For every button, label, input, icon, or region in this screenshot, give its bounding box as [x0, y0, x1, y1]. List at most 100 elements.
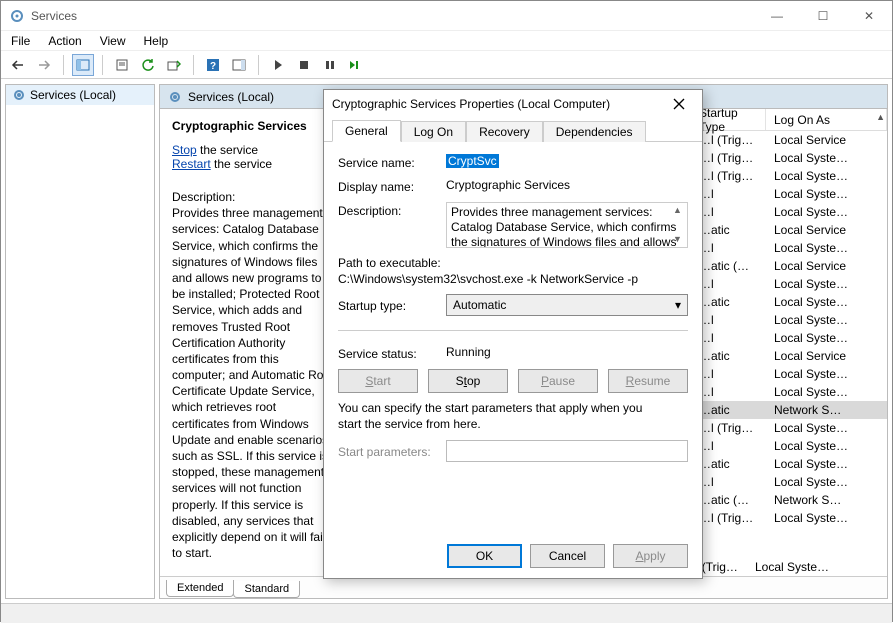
stop-link-line: Stop the service — [172, 143, 334, 157]
properties-button[interactable] — [111, 54, 133, 76]
logon-cell: Local Service — [766, 259, 887, 273]
apply-button: Apply — [613, 544, 688, 568]
column-logon-as[interactable]: Log On As — [766, 109, 887, 130]
logon-cell: Local Syste… — [766, 367, 887, 381]
startup-type-combobox[interactable]: Automatic ▾ — [446, 294, 688, 316]
description-column: Cryptographic Services Stop the service … — [160, 109, 340, 576]
logon-cell: Local Syste… — [766, 511, 887, 525]
gear-icon — [168, 90, 182, 104]
logon-cell: Local Syste… — [766, 331, 887, 345]
close-button[interactable]: ✕ — [846, 1, 892, 31]
stop-service-link[interactable]: Stop — [172, 143, 197, 157]
value-path: C:\Windows\system32\svchost.exe -k Netwo… — [338, 270, 688, 286]
menu-view[interactable]: View — [98, 34, 128, 48]
value-display-name: Cryptographic Services — [446, 178, 688, 192]
ok-button[interactable]: OK — [447, 544, 522, 568]
gear-icon — [12, 88, 26, 102]
logon-cell: Local Service — [766, 223, 887, 237]
scroll-down-icon[interactable]: ▼ — [673, 234, 685, 245]
start-button: Start — [338, 369, 418, 393]
restart-service-link[interactable]: Restart — [172, 157, 211, 171]
scroll-up-icon[interactable]: ▲ — [673, 205, 685, 216]
tab-standard[interactable]: Standard — [233, 581, 300, 598]
label-start-parameters: Start parameters: — [338, 443, 438, 459]
label-path: Path to executable: — [338, 256, 688, 270]
start-parameters-input[interactable] — [446, 440, 688, 462]
back-button[interactable] — [7, 54, 29, 76]
description-textbox[interactable]: Provides three management services: Cata… — [446, 202, 688, 248]
logon-cell: Network S… — [766, 403, 887, 417]
cancel-button[interactable]: Cancel — [530, 544, 605, 568]
logon-cell: Local Syste… — [766, 475, 887, 489]
logon-cell: Local Syste… — [766, 295, 887, 309]
export-button[interactable] — [163, 54, 185, 76]
tab-dependencies[interactable]: Dependencies — [543, 121, 646, 142]
refresh-button[interactable] — [137, 54, 159, 76]
dialog-title: Cryptographic Services Properties (Local… — [332, 97, 664, 111]
description-body: Provides three management services: Cata… — [172, 205, 334, 561]
stop-button[interactable]: Stop — [428, 369, 508, 393]
properties-dialog: Cryptographic Services Properties (Local… — [323, 89, 703, 579]
logon-cell: Local Syste… — [766, 421, 887, 435]
scroll-up-icon[interactable]: ▲ — [876, 112, 885, 122]
restart-link-line: Restart the service — [172, 157, 334, 171]
title-bar: Services — ☐ ✕ — [1, 1, 892, 31]
start-parameters-note: You can specify the start parameters tha… — [338, 401, 658, 432]
label-display-name: Display name: — [338, 178, 438, 194]
dialog-close-button[interactable] — [664, 90, 694, 118]
dialog-footer: OK Cancel Apply — [324, 534, 702, 578]
logon-cell: Local Syste… — [766, 457, 887, 471]
show-hide-tree-button[interactable] — [72, 54, 94, 76]
logon-cell: Local Syste… — [766, 241, 887, 255]
menu-file[interactable]: File — [9, 34, 32, 48]
help-button[interactable]: ? — [202, 54, 224, 76]
svg-text:?: ? — [210, 61, 216, 72]
tab-general[interactable]: General — [332, 120, 401, 142]
logon-cell: Network S… — [766, 493, 887, 507]
start-service-button[interactable] — [267, 54, 289, 76]
minimize-button[interactable]: — — [754, 1, 800, 31]
menu-action[interactable]: Action — [46, 34, 83, 48]
menu-help[interactable]: Help — [142, 34, 171, 48]
selected-service-title: Cryptographic Services — [172, 119, 334, 143]
forward-button[interactable] — [33, 54, 55, 76]
dialog-tabs: General Log On Recovery Dependencies — [324, 118, 702, 142]
label-service-status: Service status: — [338, 345, 438, 361]
label-service-name: Service name: — [338, 154, 438, 170]
logon-cell: Local Syste… — [766, 385, 887, 399]
status-bar — [1, 603, 892, 623]
service-logon-cell: Local Syste… — [755, 560, 887, 574]
logon-cell: Local Syste… — [766, 313, 887, 327]
bottom-tabs: Extended Standard — [160, 576, 887, 598]
stop-service-button[interactable] — [293, 54, 315, 76]
toolbar: ? — [1, 51, 892, 79]
action-pane-button[interactable] — [228, 54, 250, 76]
tab-recovery[interactable]: Recovery — [466, 121, 543, 142]
logon-cell: Local Syste… — [766, 277, 887, 291]
value-service-status: Running — [446, 345, 688, 359]
logon-cell: Local Syste… — [766, 439, 887, 453]
content-header-title: Services (Local) — [188, 90, 274, 104]
restart-service-button[interactable] — [345, 54, 367, 76]
dialog-body: Service name: CryptSvc Display name: Cry… — [324, 142, 702, 534]
tab-logon[interactable]: Log On — [401, 121, 466, 142]
tree-pane: Services (Local) — [5, 84, 155, 599]
menu-bar: File Action View Help — [1, 31, 892, 51]
label-startup-type: Startup type: — [338, 297, 438, 313]
label-description: Description: — [338, 202, 438, 218]
maximize-button[interactable]: ☐ — [800, 1, 846, 31]
divider — [338, 330, 688, 331]
logon-cell: Local Syste… — [766, 151, 887, 165]
chevron-down-icon: ▾ — [675, 298, 681, 312]
dialog-title-bar[interactable]: Cryptographic Services Properties (Local… — [324, 90, 702, 118]
pause-service-button[interactable] — [319, 54, 341, 76]
tree-root-label: Services (Local) — [30, 88, 116, 102]
tab-extended[interactable]: Extended — [166, 580, 234, 597]
services-app-icon — [9, 8, 25, 24]
logon-cell: Local Service — [766, 349, 887, 363]
logon-cell: Local Syste… — [766, 169, 887, 183]
logon-cell: Local Syste… — [766, 205, 887, 219]
tree-root-services-local[interactable]: Services (Local) — [6, 85, 154, 105]
resume-button: Resume — [608, 369, 688, 393]
description-heading: Description: — [172, 189, 334, 205]
